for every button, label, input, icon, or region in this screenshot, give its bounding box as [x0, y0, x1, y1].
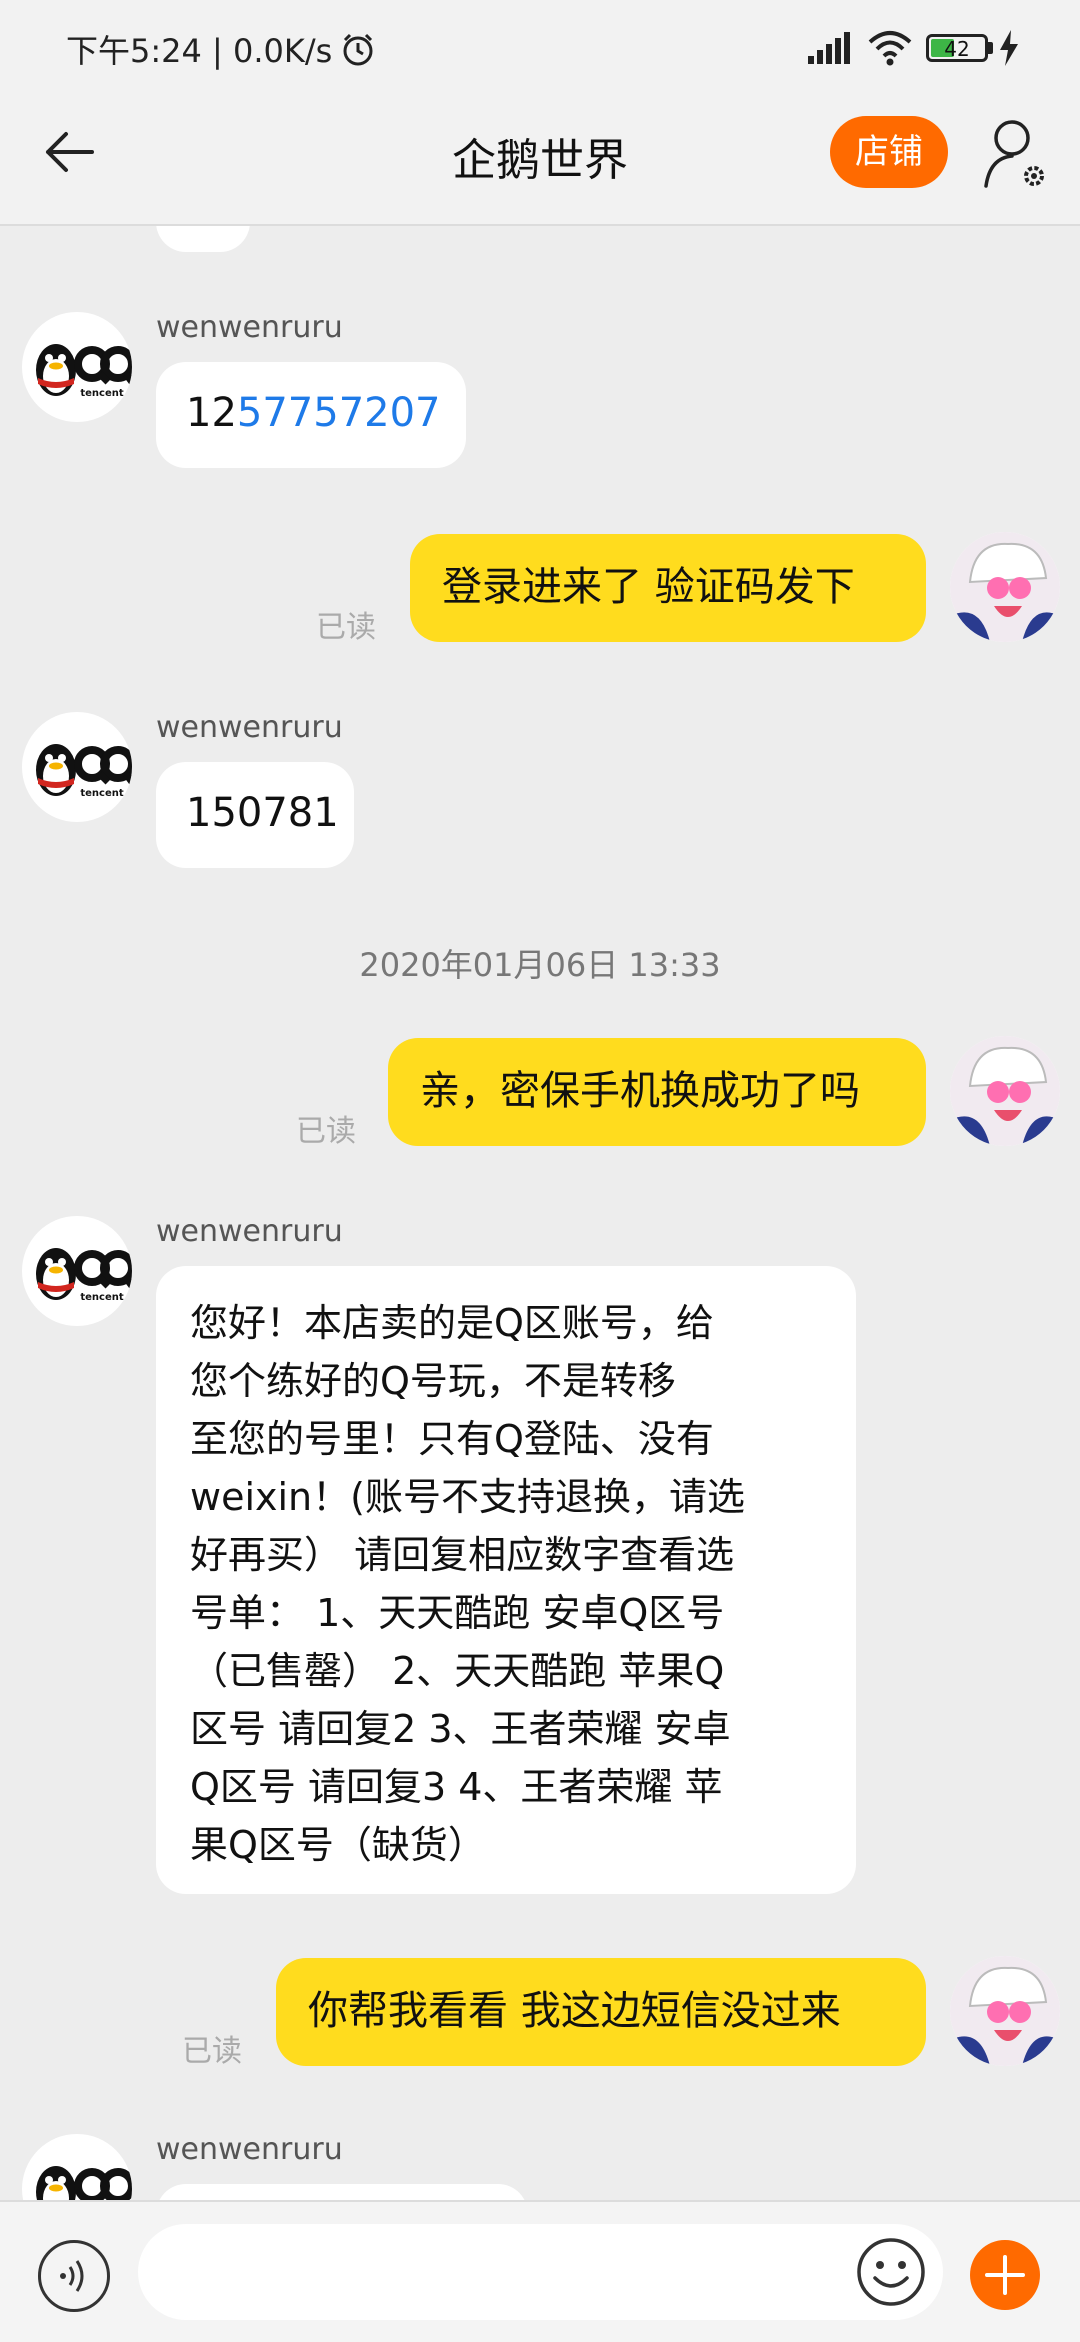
alarm-icon [343, 33, 373, 66]
status-time: 下午5:24 | 0.0K/s [66, 32, 333, 70]
avatar-text: tencent [80, 1292, 124, 1303]
message-bubble[interactable]: 您好！本店卖的是Q区账号，给 您个练好的Q号玩，不是转移 至您的号里！只有Q登陆… [156, 1266, 856, 1894]
message-bubble-own[interactable]: 亲，密保手机换成功了吗 [388, 1038, 926, 1146]
battery-level: 42 [944, 37, 970, 61]
message-line: 您好！本店卖的是Q区账号，给 [190, 1301, 714, 1345]
sender-name: wenwenruru [156, 310, 343, 345]
message-line: 号单： 1、天天酷跑 安卓Q区号 [190, 1591, 725, 1635]
timestamp: 2020年01月06日 13:33 [359, 946, 721, 984]
message-text: 150781 [186, 790, 339, 836]
wifi-icon [868, 31, 912, 66]
battery-icon: 42 [926, 34, 988, 62]
own-avatar-image [950, 1956, 1060, 2066]
more-options-button[interactable] [970, 2240, 1040, 2310]
read-receipt: 已读 [182, 2034, 242, 2069]
message-bubble[interactable]: 150781 [156, 762, 354, 868]
avatar-text: tencent [80, 388, 124, 399]
voice-icon [60, 2260, 84, 2292]
avatar[interactable]: tencent [22, 1216, 132, 1326]
avatar[interactable] [22, 2134, 132, 2200]
sender-name: wenwenruru [156, 1214, 343, 1249]
message-text: 亲，密保手机换成功了吗 [420, 1068, 860, 1114]
message-bubble-partial [156, 226, 250, 252]
message-text: 12 [186, 390, 237, 436]
status-bar: 下午5:24 | 0.0K/s 42 [0, 0, 1080, 96]
voice-input-button[interactable] [38, 2240, 110, 2312]
own-avatar[interactable] [950, 1956, 1060, 2066]
qq-penguin-icon: tencent [36, 344, 132, 399]
message-line: （已售罄） 2、天天酷跑 苹果Q [190, 1649, 725, 1693]
read-receipt: 已读 [296, 1114, 356, 1149]
shop-button[interactable]: 店铺 [830, 116, 948, 188]
message-bubble-own[interactable]: 你帮我看看 我这边短信没过来 [276, 1958, 926, 2066]
message-line: 您个练好的Q号玩，不是转移 [190, 1359, 676, 1403]
qq-penguin-icon: tencent [36, 1248, 132, 1303]
message-bubble-partial[interactable] [156, 2184, 528, 2200]
sender-name: wenwenruru [156, 2132, 343, 2167]
nav-bar: 企鹅世界 店铺 [0, 96, 1080, 226]
message-line: 果Q区号（缺货） [190, 1823, 486, 1867]
charging-icon [1000, 30, 1018, 66]
message-line: 区号 请回复2 3、王者荣耀 安卓 [190, 1707, 731, 1751]
message-text: 登录进来了 验证码发下 [442, 564, 855, 610]
message-text: 你帮我看看 我这边短信没过来 [308, 1988, 841, 2034]
own-avatar[interactable] [950, 532, 1060, 642]
battery-nub [988, 42, 993, 54]
message-line: 至您的号里！只有Q登陆、没有 [190, 1417, 714, 1461]
avatar[interactable]: tencent [22, 312, 132, 422]
message-bubble-own[interactable]: 登录进来了 验证码发下 [410, 534, 926, 642]
plus-icon [985, 2255, 1025, 2295]
signal-icon [808, 32, 850, 64]
message-link[interactable]: 57757207 [237, 390, 441, 436]
qq-penguin-icon: tencent [36, 744, 132, 799]
user-settings-icon[interactable] [980, 114, 1052, 194]
own-avatar[interactable] [950, 1036, 1060, 1146]
message-input[interactable] [138, 2224, 943, 2320]
read-receipt: 已读 [316, 610, 376, 645]
chat-area[interactable]: tencent wenwenruru 1257757207 已读 登录进来了 验… [0, 226, 1080, 2200]
own-avatar-image [950, 1036, 1060, 1146]
input-bar [0, 2200, 1080, 2342]
avatar[interactable]: tencent [22, 712, 132, 822]
message-line: 好再买） 请回复相应数字查看选 [190, 1533, 735, 1577]
sender-name: wenwenruru [156, 710, 343, 745]
own-avatar-image [950, 532, 1060, 642]
qq-penguin-icon [36, 2166, 132, 2200]
message-bubble[interactable]: 1257757207 [156, 362, 466, 468]
avatar-text: tencent [80, 788, 124, 799]
message-line: weixin！(账号不支持退换，请选 [190, 1475, 745, 1519]
emoji-icon[interactable] [855, 2236, 927, 2308]
message-line: Q区号 请回复3 4、王者荣耀 苹 [190, 1765, 723, 1809]
